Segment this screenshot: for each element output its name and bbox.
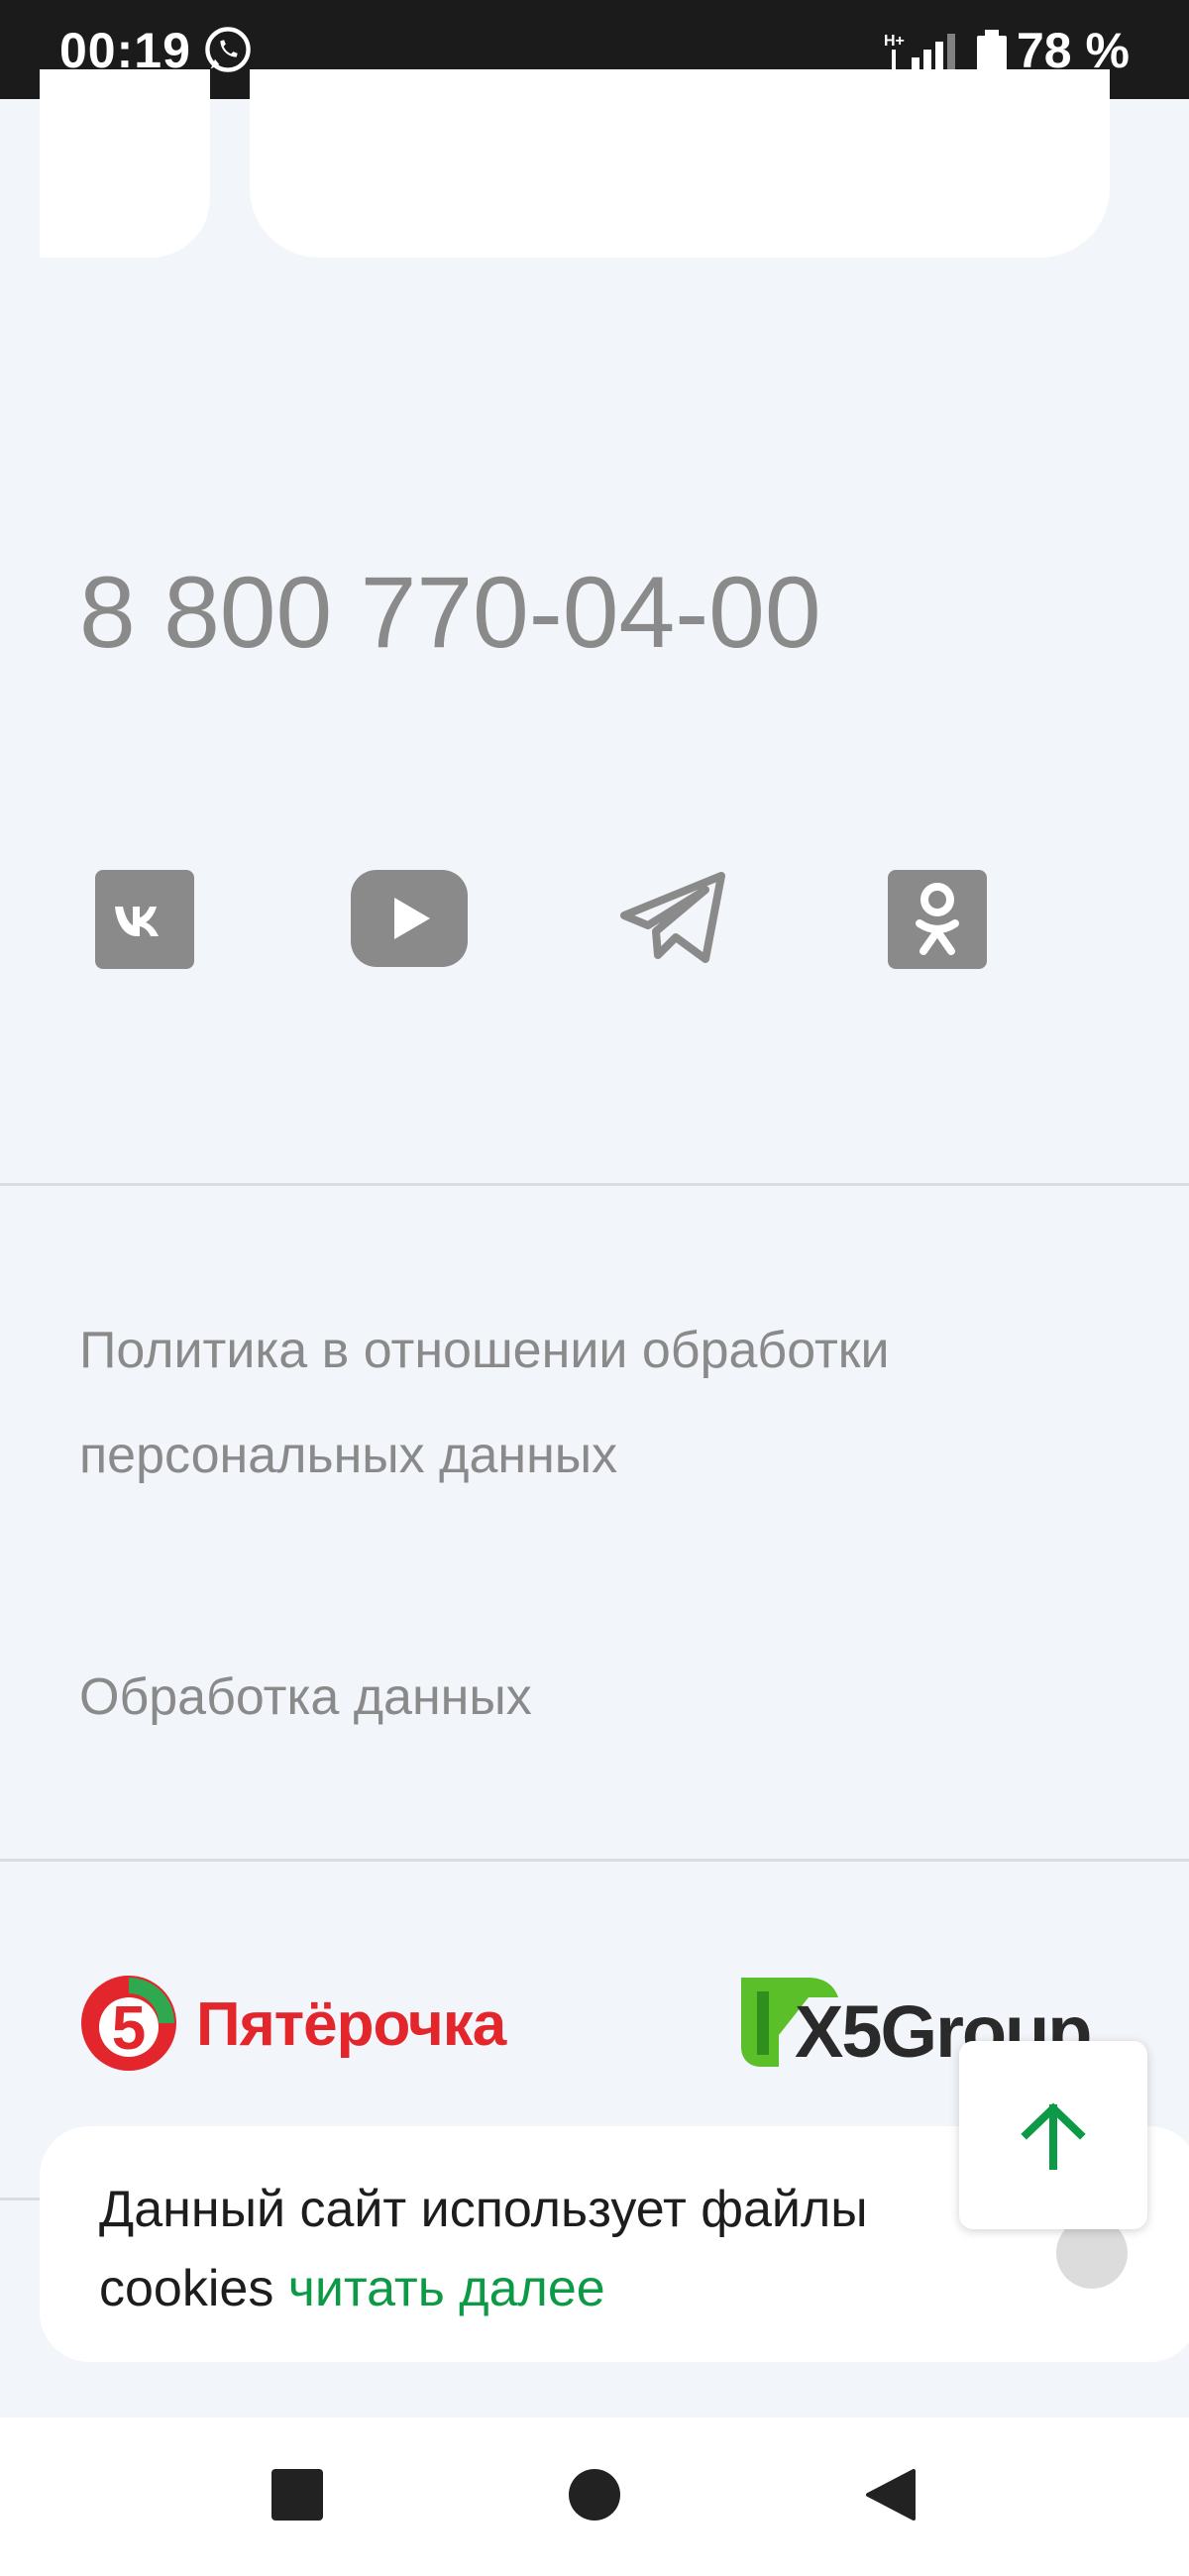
card-left (40, 69, 210, 258)
youtube-icon[interactable] (351, 868, 468, 969)
arrow-up-icon (1021, 2102, 1086, 2170)
navigation-bar (0, 2417, 1189, 2576)
scroll-to-top-button[interactable] (959, 2041, 1147, 2229)
privacy-policy-link[interactable]: Политика в отношении обработки персональ… (79, 1298, 1070, 1508)
back-button[interactable] (862, 2467, 918, 2522)
pyaterochka-logo-text: Пятёрочка (196, 1990, 506, 2059)
cookie-text: Данный сайт использует файлы cookies чит… (99, 2170, 991, 2328)
pyaterochka-logo-icon: 5 (81, 1976, 176, 2071)
divider (0, 1183, 1189, 1186)
pyaterochka-logo[interactable]: 5 Пятёрочка (79, 1972, 565, 2077)
divider (0, 1859, 1189, 1862)
telegram-icon[interactable] (618, 868, 729, 969)
read-more-link[interactable]: читать далее (288, 2260, 605, 2317)
battery-icon (977, 30, 1007, 73)
svg-text:H+: H+ (884, 33, 905, 50)
pyaterochka-logo-digit: 5 (112, 1994, 146, 2063)
home-button[interactable] (569, 2469, 620, 2521)
phone-number[interactable]: 8 800 770-04-00 (79, 555, 821, 671)
vk-icon[interactable] (95, 870, 194, 969)
data-processing-link[interactable]: Обработка данных (79, 1645, 532, 1750)
odnoklassniki-icon[interactable] (888, 870, 987, 969)
recent-apps-button[interactable] (271, 2469, 323, 2521)
whatsapp-icon (205, 27, 251, 72)
network-icon: H+ (884, 33, 955, 69)
card-right (250, 69, 1110, 258)
